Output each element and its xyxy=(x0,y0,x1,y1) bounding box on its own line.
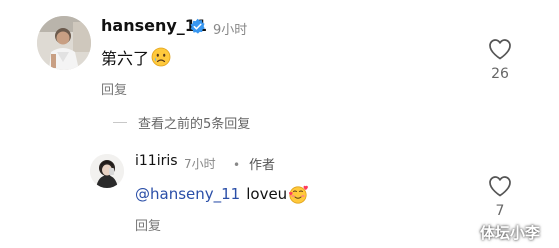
comment-text: 第六了 xyxy=(101,45,171,69)
reply-button[interactable]: 回复 xyxy=(135,215,161,234)
reply-button[interactable]: 回复 xyxy=(101,79,127,98)
heart-face-emoji-icon xyxy=(289,185,309,204)
avatar[interactable] xyxy=(90,154,124,188)
author-badge: 作者 xyxy=(249,158,276,173)
timestamp: 7小时 xyxy=(184,157,216,171)
username[interactable]: i11iris xyxy=(135,153,178,169)
view-previous-replies-button[interactable]: 查看之前的5条回复 xyxy=(138,113,250,132)
mention-link[interactable]: @hanseny_11 xyxy=(135,185,240,203)
avatar[interactable] xyxy=(37,16,91,70)
heart-icon[interactable] xyxy=(488,38,512,60)
timestamp: 9小时 xyxy=(213,23,248,38)
verified-badge-icon xyxy=(190,18,205,34)
heart-icon[interactable] xyxy=(488,175,512,197)
separator-dot: • xyxy=(233,158,241,172)
comment-body: 第六了 xyxy=(101,49,150,68)
watermark: 体坛小李 xyxy=(480,224,541,242)
comment-body: loveu xyxy=(246,185,288,203)
comment-text: @hanseny_11 loveu xyxy=(135,184,309,204)
like-count: 7 xyxy=(495,203,505,219)
divider-line xyxy=(113,122,127,123)
comment-thread: hanseny_11 9小时 第六了 回复 26 查看之前的5条回复 i11ir… xyxy=(0,0,559,248)
like-count: 26 xyxy=(491,66,509,82)
sad-face-emoji-icon xyxy=(151,47,171,67)
